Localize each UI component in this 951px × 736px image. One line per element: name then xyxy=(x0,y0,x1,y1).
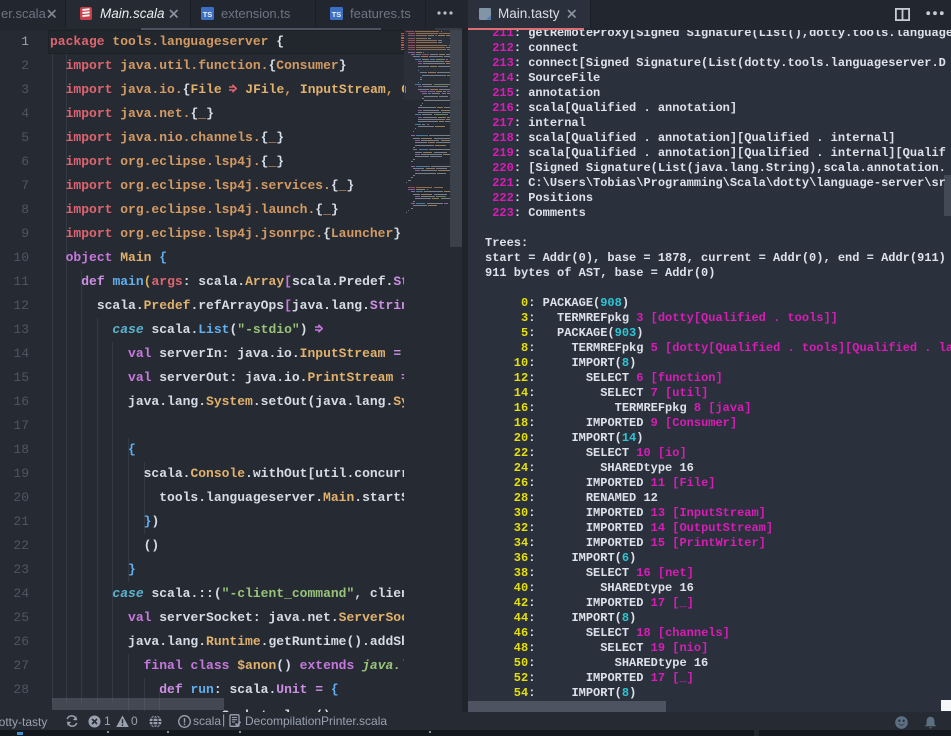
svg-text:TS: TS xyxy=(332,10,342,19)
svg-text:TS: TS xyxy=(203,10,213,19)
